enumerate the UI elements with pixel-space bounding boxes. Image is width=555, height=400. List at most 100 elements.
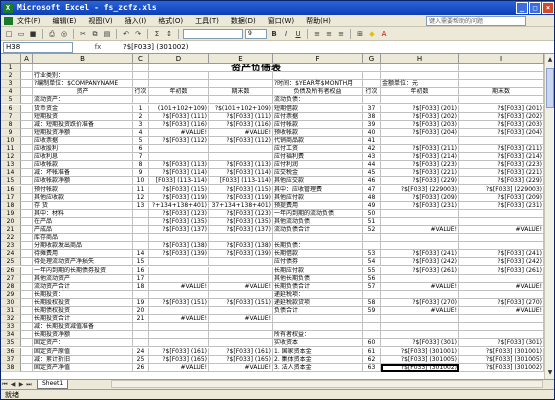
cell-i16[interactable]: ?$[F033] (229003): [459, 185, 544, 194]
cell-a28[interactable]: [21, 282, 33, 291]
row-header[interactable]: 6: [1, 104, 21, 113]
name-box[interactable]: H38: [3, 41, 73, 53]
cell-a37[interactable]: [21, 355, 33, 364]
cell-g25[interactable]: 54: [363, 258, 381, 267]
cell-f30[interactable]: 递延税款贷项: [273, 298, 363, 307]
row-header[interactable]: 37: [1, 355, 21, 364]
cell-c7[interactable]: 2: [133, 112, 149, 121]
cell-f6[interactable]: 短期借款: [273, 104, 363, 113]
cell-d37[interactable]: ?$[F033] (165): [149, 355, 209, 364]
cell-i13[interactable]: ?$[F033] (223): [459, 161, 544, 170]
cell-a21[interactable]: [21, 226, 33, 235]
row-header[interactable]: 25: [1, 258, 21, 267]
row-header[interactable]: 10: [1, 136, 21, 145]
cell-b8[interactable]: 减：短期投资跌价准备: [33, 120, 133, 129]
cell-b29[interactable]: 长期投资：: [33, 290, 133, 299]
cell-g3[interactable]: [363, 80, 381, 89]
cell-i27[interactable]: [459, 274, 544, 283]
cell-d2[interactable]: [149, 72, 209, 81]
cell-g12[interactable]: 43: [363, 153, 381, 162]
undo-icon[interactable]: ↶: [121, 29, 131, 39]
cell-h12[interactable]: ?$[F033] (214): [381, 153, 459, 162]
copy-icon[interactable]: ⧉: [90, 29, 100, 39]
row-header[interactable]: 11: [1, 145, 21, 154]
cell-g6[interactable]: 37: [363, 104, 381, 113]
cell-h26[interactable]: ?$[F033] (261): [381, 266, 459, 275]
cell-i31[interactable]: #VALUE!: [459, 307, 544, 316]
redo-icon[interactable]: ↷: [133, 29, 143, 39]
cell-d26[interactable]: [149, 266, 209, 275]
cell-e13[interactable]: ?$[F033] (113): [209, 161, 273, 170]
cell-e30[interactable]: ?$[F033] (151): [209, 298, 273, 307]
cell-d6[interactable]: (101+102+109): [149, 104, 209, 113]
cell-e31[interactable]: [209, 307, 273, 316]
cell-d30[interactable]: ?$[F033] (151): [149, 298, 209, 307]
save-icon[interactable]: ■: [28, 29, 38, 39]
cell-g37[interactable]: 62: [363, 355, 381, 364]
cell-b21[interactable]: 产成品: [33, 226, 133, 235]
cell-i28[interactable]: #VALUE!: [459, 282, 544, 291]
cell-i15[interactable]: ?$[F033] (229): [459, 177, 544, 186]
paste-icon[interactable]: ▤: [102, 29, 112, 39]
cell-h10[interactable]: [381, 136, 459, 145]
cell-e32[interactable]: #VALUE!: [209, 315, 273, 324]
cell-e14[interactable]: ?$[F033] (114): [209, 169, 273, 178]
cell-f21[interactable]: 流动负债合计: [273, 226, 363, 235]
menu-format[interactable]: 格式(O): [158, 16, 183, 26]
cell-a4[interactable]: [21, 88, 33, 97]
cell-i26[interactable]: ?$[F033] (261): [459, 266, 544, 275]
cell-a36[interactable]: [21, 347, 33, 356]
cell-b37[interactable]: 减：累计折旧: [33, 355, 133, 364]
cell-h28[interactable]: #VALUE!: [381, 282, 459, 291]
column-header-e[interactable]: E: [209, 54, 273, 64]
cell-a3[interactable]: [21, 80, 33, 89]
cell-i18[interactable]: ?$[F033] (231): [459, 201, 544, 210]
cell-b9[interactable]: 短期投资净额: [33, 128, 133, 137]
cell-c18[interactable]: 13: [133, 201, 149, 210]
cell-d8[interactable]: ?$[F033] (116): [149, 120, 209, 129]
column-header-f[interactable]: F: [273, 54, 363, 64]
cell-f17[interactable]: 其他应付款: [273, 193, 363, 202]
cell-h5[interactable]: [381, 96, 459, 105]
cell-c8[interactable]: 3: [133, 120, 149, 129]
cell-e23[interactable]: ?$[F033] (138): [209, 242, 273, 251]
tab-sheet1[interactable]: Sheet1: [37, 380, 69, 389]
row-header[interactable]: 27: [1, 274, 21, 283]
cell-d19[interactable]: ?$[F033] (123): [149, 209, 209, 218]
cell-e21[interactable]: ?$[F033] (137): [209, 226, 273, 235]
cell-a34[interactable]: [21, 331, 33, 340]
prev-sheet-icon[interactable]: ◀: [9, 381, 17, 389]
cell-c1[interactable]: [133, 64, 149, 73]
row-header[interactable]: 16: [1, 185, 21, 194]
cell-e10[interactable]: ?$[F033] (112): [209, 136, 273, 145]
cell-h3[interactable]: 金额单位：元: [381, 80, 459, 89]
horizontal-scrollbar[interactable]: [111, 380, 543, 388]
cell-h29[interactable]: [381, 290, 459, 299]
cell-b26[interactable]: 一年内到期的长期债券投资: [33, 266, 133, 275]
cell-d7[interactable]: ?$[F033] (111): [149, 112, 209, 121]
cell-d13[interactable]: ?$[F033] (113): [149, 161, 209, 170]
cell-f14[interactable]: 应交税金: [273, 169, 363, 178]
cell-f31[interactable]: 负债合计: [273, 307, 363, 316]
menu-window[interactable]: 窗口(W): [268, 16, 294, 26]
cell-e5[interactable]: [209, 96, 273, 105]
menu-help[interactable]: 帮助(H): [306, 16, 331, 26]
cell-a22[interactable]: [21, 234, 33, 243]
sort-icon[interactable]: ↕: [164, 29, 174, 39]
cell-e8[interactable]: ?$[F033] (116): [209, 120, 273, 129]
cell-c31[interactable]: 20: [133, 307, 149, 316]
row-header[interactable]: 26: [1, 266, 21, 275]
cell-f15[interactable]: 其他应交款: [273, 177, 363, 186]
cell-i30[interactable]: ?$[F033] (270): [459, 298, 544, 307]
row-header[interactable]: 34: [1, 331, 21, 340]
cell-f16[interactable]: 其中：应收管理费: [273, 185, 363, 194]
cell-e33[interactable]: [209, 323, 273, 332]
row-header[interactable]: 15: [1, 177, 21, 186]
row-header[interactable]: 36: [1, 347, 21, 356]
cell-h25[interactable]: ?$[F033] (242): [381, 258, 459, 267]
column-header-a[interactable]: A: [21, 54, 33, 64]
cell-i1[interactable]: [459, 64, 544, 73]
row-header[interactable]: 29: [1, 290, 21, 299]
cell-i25[interactable]: ?$[F033] (242): [459, 258, 544, 267]
cell-b15[interactable]: 应收帐款净额: [33, 177, 133, 186]
